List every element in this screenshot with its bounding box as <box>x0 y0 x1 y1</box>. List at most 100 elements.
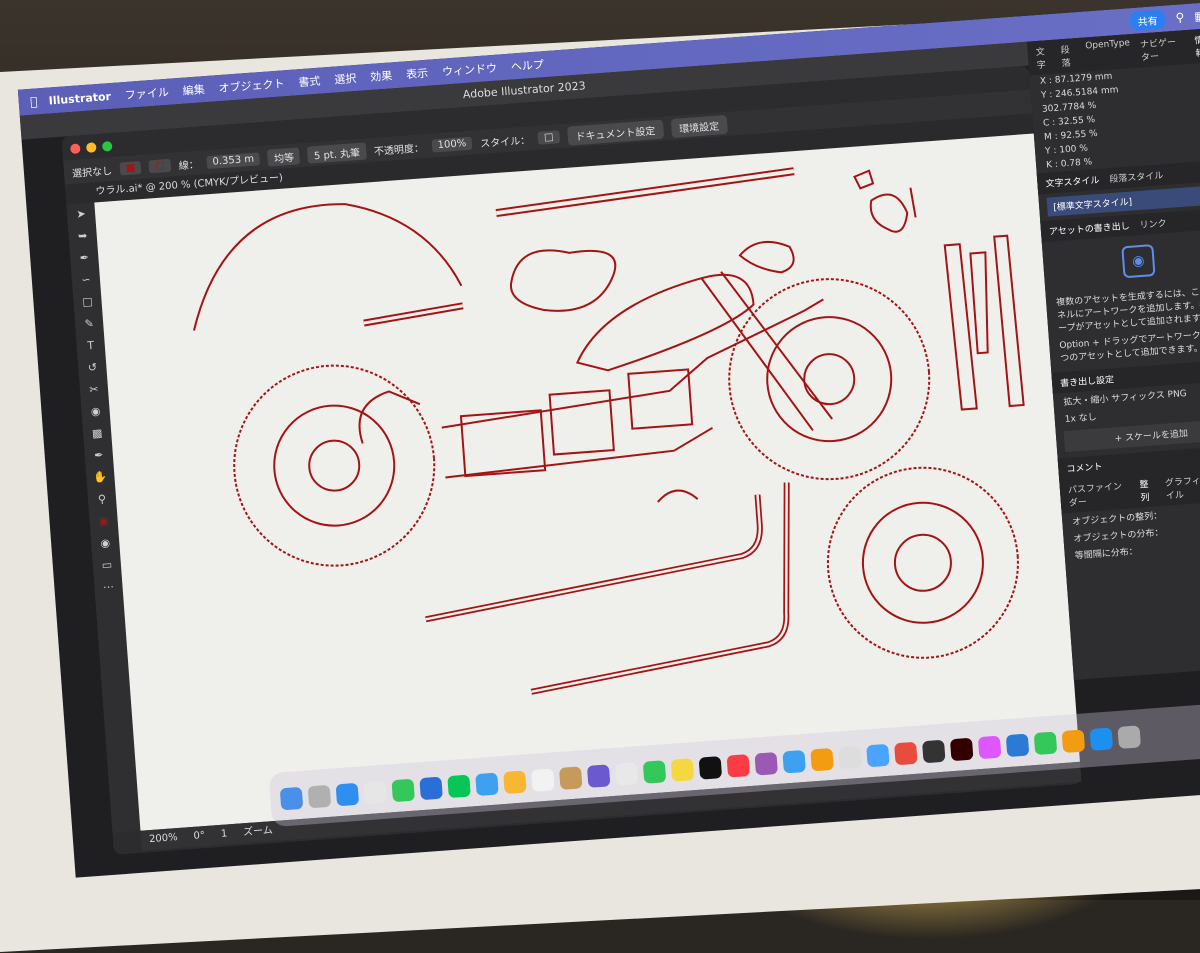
preferences-button[interactable]: 環境設定 <box>670 114 728 138</box>
fill-swatch[interactable]: ■ <box>119 160 142 176</box>
search-icon[interactable]: ⚲ <box>1175 10 1185 25</box>
opacity-field[interactable]: 100% <box>431 136 473 153</box>
menu-window[interactable]: ウィンドウ <box>441 60 498 80</box>
mail-icon[interactable] <box>419 776 443 801</box>
app-menu[interactable]: Illustrator <box>48 90 111 108</box>
draw-mode-icon[interactable]: ◉ <box>91 532 121 556</box>
scissors-tool-icon[interactable]: ✂ <box>79 378 109 402</box>
share-button[interactable]: 共有 <box>1128 9 1167 31</box>
apple-icon[interactable]:  <box>18 94 49 110</box>
blender-icon[interactable] <box>810 747 834 772</box>
rectangle-tool-icon[interactable]: □ <box>73 290 103 314</box>
brush-select[interactable]: 5 pt. 丸筆 <box>307 141 367 164</box>
stroke-swatch[interactable]: □ <box>148 158 172 173</box>
menu-help[interactable]: ヘルプ <box>510 56 544 74</box>
keynote-icon[interactable] <box>1005 733 1030 758</box>
illustrator-icon[interactable] <box>949 737 974 762</box>
line-icon[interactable] <box>447 774 471 799</box>
photos-icon[interactable] <box>503 770 527 795</box>
hand-tool-icon[interactable]: ✋ <box>86 466 116 490</box>
tab-info[interactable]: 情報 <box>1194 32 1200 60</box>
menu-file[interactable]: ファイル <box>124 84 169 103</box>
curvature-tool-icon[interactable]: ∽ <box>71 268 101 292</box>
eyedropper-icon[interactable]: ✒ <box>84 444 114 468</box>
app-icon-b[interactable] <box>866 743 890 768</box>
gearbox-shape <box>548 389 615 456</box>
notes-icon[interactable] <box>586 764 611 788</box>
app-icon-a[interactable] <box>838 745 862 770</box>
screen-mode-icon[interactable]: ▭ <box>92 554 122 578</box>
settings-icon[interactable] <box>1117 725 1142 749</box>
close-icon[interactable] <box>69 143 81 155</box>
headlamp-shape <box>738 240 795 274</box>
tab-pathfinder[interactable]: パスファインダー <box>1067 478 1130 509</box>
fill-stroke-icon[interactable]: ▣ <box>89 510 119 534</box>
menu-effect[interactable]: 効果 <box>370 67 393 85</box>
app-icon-d[interactable] <box>922 739 946 764</box>
menu-view[interactable]: 表示 <box>406 65 429 83</box>
format-value[interactable]: PNG <box>1167 389 1187 400</box>
stickies-icon[interactable] <box>670 758 695 782</box>
facetime-icon[interactable] <box>642 760 667 784</box>
creative-cloud-icon[interactable] <box>977 735 1002 760</box>
brush-tool-icon[interactable]: ✎ <box>74 312 104 336</box>
scale-select[interactable]: 1x <box>1064 414 1076 425</box>
safari-icon[interactable] <box>335 782 360 807</box>
app-icon-c[interactable] <box>894 741 918 766</box>
tab-graphic-styles[interactable]: グラフィックスタイル <box>1164 470 1200 502</box>
skype-icon[interactable] <box>782 749 806 774</box>
menu-type[interactable]: 書式 <box>298 73 321 91</box>
finder-icon[interactable] <box>279 786 304 811</box>
chrome-icon[interactable] <box>363 780 388 805</box>
profile-select[interactable]: 均等 <box>267 146 301 167</box>
maps-icon[interactable] <box>475 772 499 797</box>
shape-builder-icon[interactable]: ◉ <box>81 400 111 424</box>
tab-paragraph[interactable]: 段落 <box>1060 42 1077 70</box>
suffix-field[interactable]: なし <box>1078 413 1097 424</box>
tab-align[interactable]: 整列 <box>1139 477 1156 504</box>
tab-navigator[interactable]: ナビゲーター <box>1140 34 1186 64</box>
opacity-label: 不透明度： <box>373 142 425 158</box>
calendar-icon[interactable] <box>531 768 555 792</box>
zoom-icon[interactable] <box>101 141 113 152</box>
direct-selection-tool-icon[interactable]: ➥ <box>68 224 98 248</box>
fuel-tank-shape <box>575 273 755 372</box>
menu-edit[interactable]: 編集 <box>182 81 205 99</box>
tab-links[interactable]: リンク <box>1139 216 1167 231</box>
numbers-icon[interactable] <box>1033 731 1058 756</box>
rotate-tool-icon[interactable]: ↺ <box>78 356 108 380</box>
bar-top-inner-shape <box>495 169 795 216</box>
strip-2-shape <box>969 251 989 355</box>
tv-icon[interactable] <box>698 756 723 780</box>
podcasts-icon[interactable] <box>754 752 779 776</box>
rotation-angle[interactable]: 0° <box>193 826 206 847</box>
zoom-level[interactable]: 200% <box>148 828 178 850</box>
tab-asset-export[interactable]: アセットの書き出し <box>1049 219 1130 238</box>
minimize-icon[interactable] <box>85 142 97 153</box>
pages-icon[interactable] <box>1061 729 1086 754</box>
style-swatch[interactable]: □ <box>537 129 560 145</box>
tab-character[interactable]: 文字 <box>1035 44 1052 71</box>
music-icon[interactable] <box>726 754 751 778</box>
menu-select[interactable]: 選択 <box>334 70 357 88</box>
launchpad-icon[interactable] <box>307 784 332 809</box>
gradient-tool-icon[interactable]: ▩ <box>83 422 113 446</box>
pen-tool-icon[interactable]: ✒ <box>70 246 100 270</box>
reminders-icon[interactable] <box>614 762 639 786</box>
artboard-number[interactable]: 1 <box>220 824 228 844</box>
menu-object[interactable]: オブジェクト <box>218 75 285 96</box>
tab-char-styles[interactable]: 文字スタイル <box>1045 173 1100 190</box>
workspace-icon[interactable]: ▦ <box>1194 9 1200 24</box>
tab-para-styles[interactable]: 段落スタイル <box>1109 168 1164 185</box>
selection-tool-icon[interactable]: ➤ <box>66 202 96 226</box>
tab-opentype[interactable]: OpenType <box>1085 38 1132 67</box>
strip-3-shape <box>993 234 1025 408</box>
contacts-icon[interactable] <box>558 766 583 790</box>
more-tools-icon[interactable]: ⋯ <box>94 575 124 599</box>
type-tool-icon[interactable]: T <box>76 334 106 358</box>
zoom-tool-icon[interactable]: ⚲ <box>87 488 117 512</box>
stroke-width-field[interactable]: 0.353 m <box>206 151 261 169</box>
messages-icon[interactable] <box>391 778 415 803</box>
exhaust-pipe-shape <box>425 494 763 623</box>
app-store-icon[interactable] <box>1089 727 1114 751</box>
